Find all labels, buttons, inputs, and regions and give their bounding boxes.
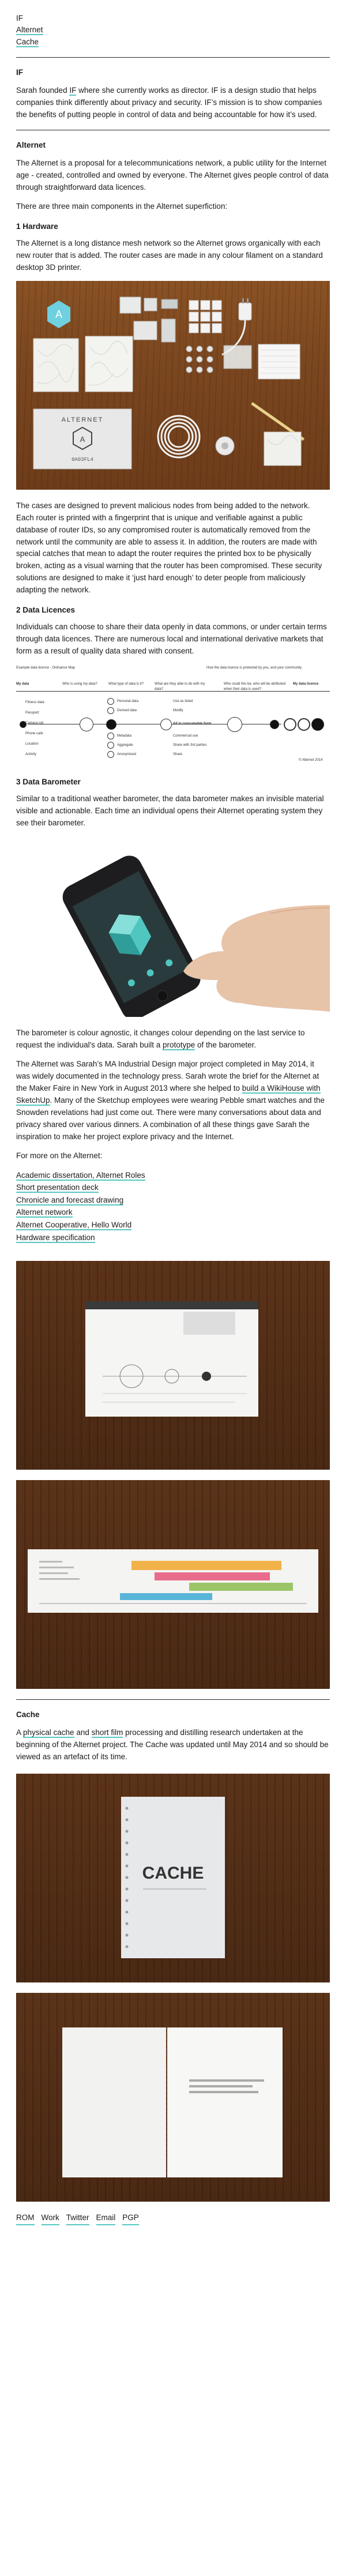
diagram-col-3: What type of data is it? — [108, 682, 144, 686]
barometer-phone-photo — [16, 836, 330, 1017]
cache-heading: Cache — [16, 1710, 40, 1719]
diagram-row-right: Commercial use — [173, 734, 198, 738]
agnostic-paragraph: The barometer is colour agnostic, it cha… — [16, 1028, 305, 1051]
diagram-node — [80, 717, 93, 731]
footer-work-link[interactable]: Work — [41, 2212, 59, 2225]
diagram-title-left: Example data licence - Ordnance Map — [16, 666, 76, 670]
data-licence-diagram: Example data licence - Ordnance Map How … — [16, 666, 330, 764]
dissertation-link[interactable]: Academic dissertation, Alternet Roles — [16, 1170, 145, 1181]
cache-open-photo — [16, 1992, 330, 2202]
alternet-heading: Alternet — [16, 141, 46, 150]
diagram-row-left: Passport — [25, 711, 39, 715]
short-film-link[interactable]: short film — [91, 1728, 123, 1738]
cache-paragraph: A physical cache and short film processi… — [16, 1728, 329, 1762]
diagram-row-right: Share — [173, 752, 183, 756]
diagram-node — [107, 750, 114, 758]
router-kit-illustration: A ALTERNET A 0A03FL4 — [33, 296, 305, 470]
footer-email-link[interactable]: Email — [96, 2212, 116, 2225]
hardware-heading: 1 Hardware — [16, 222, 58, 231]
diagram-node — [284, 718, 296, 731]
top-nav: IF Alternet Cache — [16, 13, 330, 48]
if-link[interactable]: IF — [69, 85, 77, 96]
card-logo-letter: A — [80, 435, 85, 444]
card-wordmark: ALTERNET — [62, 416, 104, 423]
diagram-node — [227, 716, 242, 732]
barometer-paragraph: Similar to a traditional weather baromet… — [16, 794, 324, 827]
footer-twitter-link[interactable]: Twitter — [66, 2212, 89, 2225]
diagram-row-mid: Anonymised — [117, 752, 137, 756]
diagram-rule — [16, 690, 330, 692]
diagram-row-mid: Aggregate — [117, 743, 133, 747]
cases-paragraph: The cases are designed to prevent malici… — [16, 501, 322, 595]
nav-if: IF — [16, 14, 23, 22]
licences-heading: 2 Data Licences — [16, 606, 76, 615]
router-kit-photo: A ALTERNET A 0A03FL4 — [16, 280, 330, 490]
hardware-spec-link[interactable]: Hardware specification — [16, 1233, 95, 1243]
diagram-node — [20, 720, 27, 728]
diagram-node — [107, 707, 114, 714]
diagram-node — [298, 718, 310, 731]
chronicle-photo — [16, 1261, 330, 1470]
diagram-footer: © Alternet 2014 — [299, 758, 323, 762]
diagram-title-right: How the data licence is protected by you… — [206, 666, 302, 670]
cache-book-illustration: CACHE — [121, 1796, 225, 1958]
diagram-node — [160, 718, 172, 730]
diagram-row-right: Modify — [173, 708, 183, 712]
ma-paragraph: The Alternet was Sarah’s MA Industrial D… — [16, 1060, 325, 1141]
diagram-row-mid: Metadata — [117, 734, 132, 738]
timeline-photo — [16, 1480, 330, 1689]
diagram-row-mid: Personal data — [117, 699, 139, 703]
more-intro: For more on the Alternet: — [16, 1151, 103, 1160]
barometer-heading: 3 Data Barometer — [16, 777, 81, 786]
cache-book-photo: CACHE — [16, 1773, 330, 1982]
nav-alternet-link[interactable]: Alternet — [16, 25, 43, 36]
diagram-node — [311, 718, 324, 731]
diagram-row-left: Location — [25, 742, 39, 746]
presentation-link[interactable]: Short presentation deck — [16, 1183, 99, 1193]
diagram-row-left: Activity — [25, 752, 37, 756]
licences-paragraph: Individuals can choose to share their da… — [16, 622, 327, 655]
diagram-node — [106, 719, 116, 730]
diagram-node — [107, 732, 114, 739]
cooperative-link[interactable]: Alternet Cooperative, Hello World — [16, 1221, 132, 1231]
network-link[interactable]: Alternet network — [16, 1208, 73, 1218]
diagram-row-right: Share with 3rd parties — [173, 743, 207, 747]
diagram-row-right: Use as listed — [173, 699, 193, 703]
divider — [16, 1699, 330, 1700]
alternet-components-intro: There are three main components in the A… — [16, 202, 228, 211]
cache-open-illustration — [62, 2027, 283, 2177]
diagram-row-mid: Derived data — [117, 708, 137, 712]
nav-cache-link[interactable]: Cache — [16, 37, 39, 47]
diagram-col-1: My data — [16, 682, 29, 686]
physical-cache-link[interactable]: physical cache — [23, 1728, 74, 1738]
if-heading: IF — [16, 67, 23, 77]
hex-logo-letter: A — [55, 309, 62, 320]
diagram-node — [107, 741, 114, 749]
chronicle-link[interactable]: Chronicle and forecast drawing — [16, 1195, 124, 1206]
hardware-paragraph: The Alternet is a long distance mesh net… — [16, 238, 323, 272]
footer-pgp-link[interactable]: PGP — [122, 2212, 139, 2225]
footer-rom-link[interactable]: ROM — [16, 2212, 35, 2225]
diagram-row-left: Fitness data — [25, 700, 44, 704]
alternet-links-list: Academic dissertation, Alternet Roles Sh… — [16, 1169, 330, 1244]
diagram-row-left: Phone calls — [25, 731, 44, 735]
diagram-col-2: Who is using my data? — [62, 682, 97, 686]
diagram-node — [270, 719, 279, 729]
alternet-intro: The Alternet is a proposal for a telecom… — [16, 159, 329, 192]
divider — [16, 57, 330, 58]
chronicle-illustration — [85, 1301, 258, 1417]
phone-illustration — [62, 855, 330, 1017]
diagram-col-6: My data licence — [293, 682, 319, 686]
cache-book-title: CACHE — [142, 1864, 204, 1883]
card-router-id: 0A03FL4 — [72, 457, 93, 463]
prototype-link[interactable]: prototype — [163, 1041, 195, 1051]
timeline-illustration — [28, 1549, 318, 1613]
diagram-node — [107, 697, 114, 705]
if-paragraph: Sarah founded IF where she currently wor… — [16, 85, 322, 119]
page: IF Alternet Cache IF Sarah founded IF wh… — [0, 0, 346, 2243]
bottom-nav: ROM Work Twitter Email PGP — [16, 2212, 330, 2225]
